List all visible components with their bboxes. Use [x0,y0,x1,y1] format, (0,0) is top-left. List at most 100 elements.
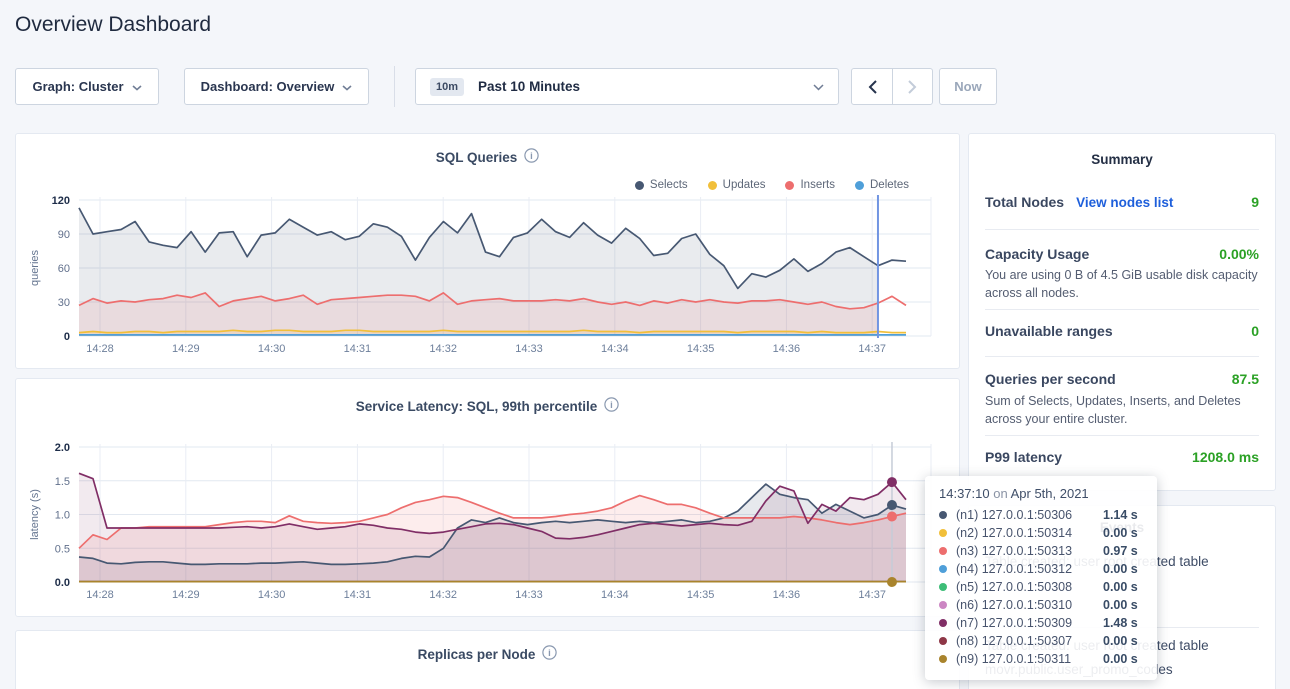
graph-dropdown-label: Graph: Cluster [32,79,123,94]
time-range-picker[interactable]: 10m Past 10 Minutes [415,68,839,105]
summary-divider [985,309,1259,310]
replicas-title: Replicas per Node i [16,645,959,663]
deletes-dot-icon [855,181,864,190]
svg-text:queries: queries [29,249,41,286]
total-nodes-label: Total Nodes [985,194,1064,210]
total-nodes-row: Total Nodes View nodes list 9 [985,194,1259,210]
svg-text:14:31: 14:31 [344,589,372,601]
replicas-title-text: Replicas per Node [418,647,536,662]
summary-divider [985,435,1259,436]
node-address: (n8) 127.0.0.1:50307 [956,634,1103,648]
tooltip-node-row: (n9) 127.0.0.1:503110.00 s [939,650,1145,668]
node-color-dot-icon [939,583,947,591]
info-icon[interactable]: i [542,645,557,663]
summary-title: Summary [969,134,1275,167]
node-color-dot-icon [939,619,947,627]
latency-hover-tooltip: 14:37:10 on Apr 5th, 2021 (n1) 127.0.0.1… [925,476,1157,680]
svg-text:90: 90 [58,229,70,241]
tooltip-node-row: (n7) 127.0.0.1:503091.48 s [939,614,1145,632]
qps-label: Queries per second [985,371,1116,387]
qps-value: 87.5 [1232,371,1259,387]
sql-queries-title: SQL Queries i [16,148,959,166]
now-button-label: Now [954,79,981,94]
sql-queries-chart[interactable]: 030609012014:2814:2914:3014:3114:3214:33… [16,134,959,368]
summary-panel: Summary Total Nodes View nodes list 9 Ca… [968,133,1276,491]
next-button[interactable] [892,69,932,104]
svg-text:14:29: 14:29 [172,589,200,601]
tooltip-node-row: (n8) 127.0.0.1:503070.00 s [939,632,1145,650]
info-icon[interactable]: i [604,397,619,415]
info-icon[interactable]: i [524,148,539,166]
qps-caption: Sum of Selects, Updates, Inserts, and De… [985,392,1259,428]
svg-text:0: 0 [64,331,70,343]
svg-text:120: 120 [52,195,70,207]
svg-text:14:34: 14:34 [601,343,629,355]
time-range-label: Past 10 Minutes [478,79,580,94]
graph-dropdown[interactable]: Graph: Cluster [15,68,159,105]
qps-row: Queries per second 87.5 [985,371,1259,387]
time-range-badge: 10m [430,78,464,96]
dashboard-dropdown[interactable]: Dashboard: Overview [184,68,369,105]
svg-text:0.5: 0.5 [55,543,70,555]
node-color-dot-icon [939,511,947,519]
node-color-dot-icon [939,655,947,663]
tooltip-node-rows: (n1) 127.0.0.1:503061.14 s(n2) 127.0.0.1… [939,506,1145,668]
svg-text:14:29: 14:29 [172,343,200,355]
tooltip-node-row: (n3) 127.0.0.1:503130.97 s [939,542,1145,560]
legend-item-inserts[interactable]: Inserts [785,179,835,191]
service-latency-panel: Service Latency: SQL, 99th percentile i … [15,378,960,617]
svg-text:14:32: 14:32 [429,589,457,601]
svg-text:14:33: 14:33 [515,343,543,355]
summary-divider [985,356,1259,357]
svg-text:i: i [530,151,533,162]
node-color-dot-icon [939,529,947,537]
unavailable-ranges-value: 0 [1251,323,1259,339]
node-latency-value: 0.97 s [1103,544,1138,558]
selects-dot-icon [635,181,644,190]
node-latency-value: 0.00 s [1103,580,1138,594]
tooltip-node-row: (n5) 127.0.0.1:503080.00 s [939,578,1145,596]
dashboard-dropdown-label: Dashboard: Overview [201,79,335,94]
node-address: (n5) 127.0.0.1:50308 [956,580,1103,594]
svg-text:14:34: 14:34 [601,589,629,601]
inserts-dot-icon [785,181,794,190]
prev-button[interactable] [852,69,892,104]
service-latency-title-text: Service Latency: SQL, 99th percentile [356,399,598,414]
node-color-dot-icon [939,601,947,609]
node-address: (n7) 127.0.0.1:50309 [956,616,1103,630]
svg-text:latency (s): latency (s) [29,489,41,540]
svg-text:30: 30 [58,297,70,309]
capacity-label: Capacity Usage [985,246,1089,262]
node-color-dot-icon [939,637,947,645]
node-latency-value: 1.48 s [1103,616,1138,630]
legend-item-selects[interactable]: Selects [635,179,688,191]
svg-text:14:37: 14:37 [858,589,886,601]
svg-text:14:30: 14:30 [258,343,286,355]
node-address: (n3) 127.0.0.1:50313 [956,544,1103,558]
chevron-down-icon [132,79,142,94]
unavailable-ranges-label: Unavailable ranges [985,323,1113,339]
toolbar-divider [394,66,395,107]
chevron-right-icon [908,80,917,94]
svg-text:14:31: 14:31 [344,343,372,355]
node-color-dot-icon [939,565,947,573]
svg-text:14:33: 14:33 [515,589,543,601]
view-nodes-list-link[interactable]: View nodes list [1076,195,1173,210]
svg-text:60: 60 [58,263,70,275]
svg-text:14:37: 14:37 [858,343,886,355]
svg-text:1.0: 1.0 [55,510,70,522]
replicas-panel: Replicas per Node i [15,630,960,689]
legend-item-deletes[interactable]: Deletes [855,179,909,191]
tooltip-node-row: (n4) 127.0.0.1:503120.00 s [939,560,1145,578]
p99-row: P99 latency 1208.0 ms [985,449,1259,465]
node-color-dot-icon [939,547,947,555]
total-nodes-value: 9 [1251,194,1259,210]
node-latency-value: 0.00 s [1103,526,1138,540]
node-latency-value: 0.00 s [1103,634,1138,648]
legend-item-updates[interactable]: Updates [708,179,766,191]
capacity-caption: You are using 0 B of 4.5 GiB usable disk… [985,266,1259,302]
now-button[interactable]: Now [939,68,997,105]
node-address: (n9) 127.0.0.1:50311 [956,652,1103,666]
node-address: (n1) 127.0.0.1:50306 [956,508,1103,522]
svg-text:14:28: 14:28 [86,343,114,355]
